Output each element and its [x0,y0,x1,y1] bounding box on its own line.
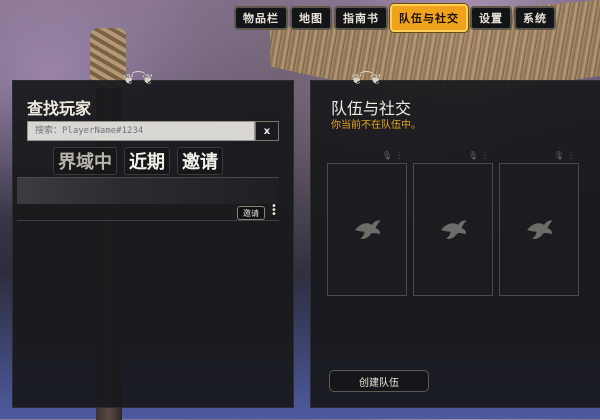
empty-slot-card[interactable] [499,163,579,296]
tab-settings[interactable]: 设置 [470,6,512,30]
find-player-title: 查找玩家 [27,99,92,118]
mic-icon[interactable]: 🎙 [554,151,564,160]
search-clear-button[interactable]: x [255,121,279,141]
tab-system[interactable]: 系统 [514,6,556,30]
bird-emblem-icon [355,219,381,239]
player-search-input[interactable] [33,125,254,137]
subtab-in-realm[interactable]: 界域中 [53,147,117,175]
team-slot[interactable]: 🎙 ⋮ [413,151,493,296]
find-player-tabs: 界域中 近期 邀请 [53,147,223,175]
background-rope [90,28,126,88]
find-player-panel: ❦⁀❦ 查找玩家 x 界域中 近期 邀请 邀请 ••• [12,72,294,408]
player-search-field[interactable] [27,121,255,141]
more-icon[interactable]: ⋮ [481,151,489,160]
bird-emblem-icon [441,219,467,239]
tab-team-social[interactable]: 队伍与社交 [390,4,468,32]
mic-icon[interactable]: 🎙 [382,151,392,160]
tab-map[interactable]: 地图 [290,6,332,30]
team-slots: 🎙 ⋮ 🎙 ⋮ 🎙 ⋮ [327,151,579,296]
panel-ornament: ❦⁀❦ [123,72,154,88]
more-icon[interactable]: ⋮ [567,151,575,160]
tab-inventory[interactable]: 物品栏 [234,6,288,30]
mic-icon[interactable]: 🎙 [468,151,478,160]
tab-guidebook[interactable]: 指南书 [334,6,388,30]
team-status-text: 你当前不在队伍中。 [331,120,421,131]
create-team-button[interactable]: 创建队伍 [329,370,429,392]
team-slot[interactable]: 🎙 ⋮ [499,151,579,296]
subtab-invites[interactable]: 邀请 [177,147,223,175]
empty-slot-card[interactable] [413,163,493,296]
empty-slot-card[interactable] [327,163,407,296]
team-slot[interactable]: 🎙 ⋮ [327,151,407,296]
invite-button[interactable]: 邀请 [237,206,265,220]
panel-ornament: ❦⁀❦ [351,72,382,88]
subtab-recent[interactable]: 近期 [124,147,170,175]
more-options-icon[interactable]: • • • [271,202,277,220]
player-result-row[interactable] [17,177,279,204]
team-social-panel: ❦⁀❦ 队伍与社交 你当前不在队伍中。 🎙 ⋮ 🎙 ⋮ 🎙 ⋮ 创建队伍 [310,72,600,408]
more-icon[interactable]: ⋮ [395,151,403,160]
top-nav: 物品栏 地图 指南书 队伍与社交 设置 系统 [234,4,556,32]
bird-emblem-icon [527,219,553,239]
